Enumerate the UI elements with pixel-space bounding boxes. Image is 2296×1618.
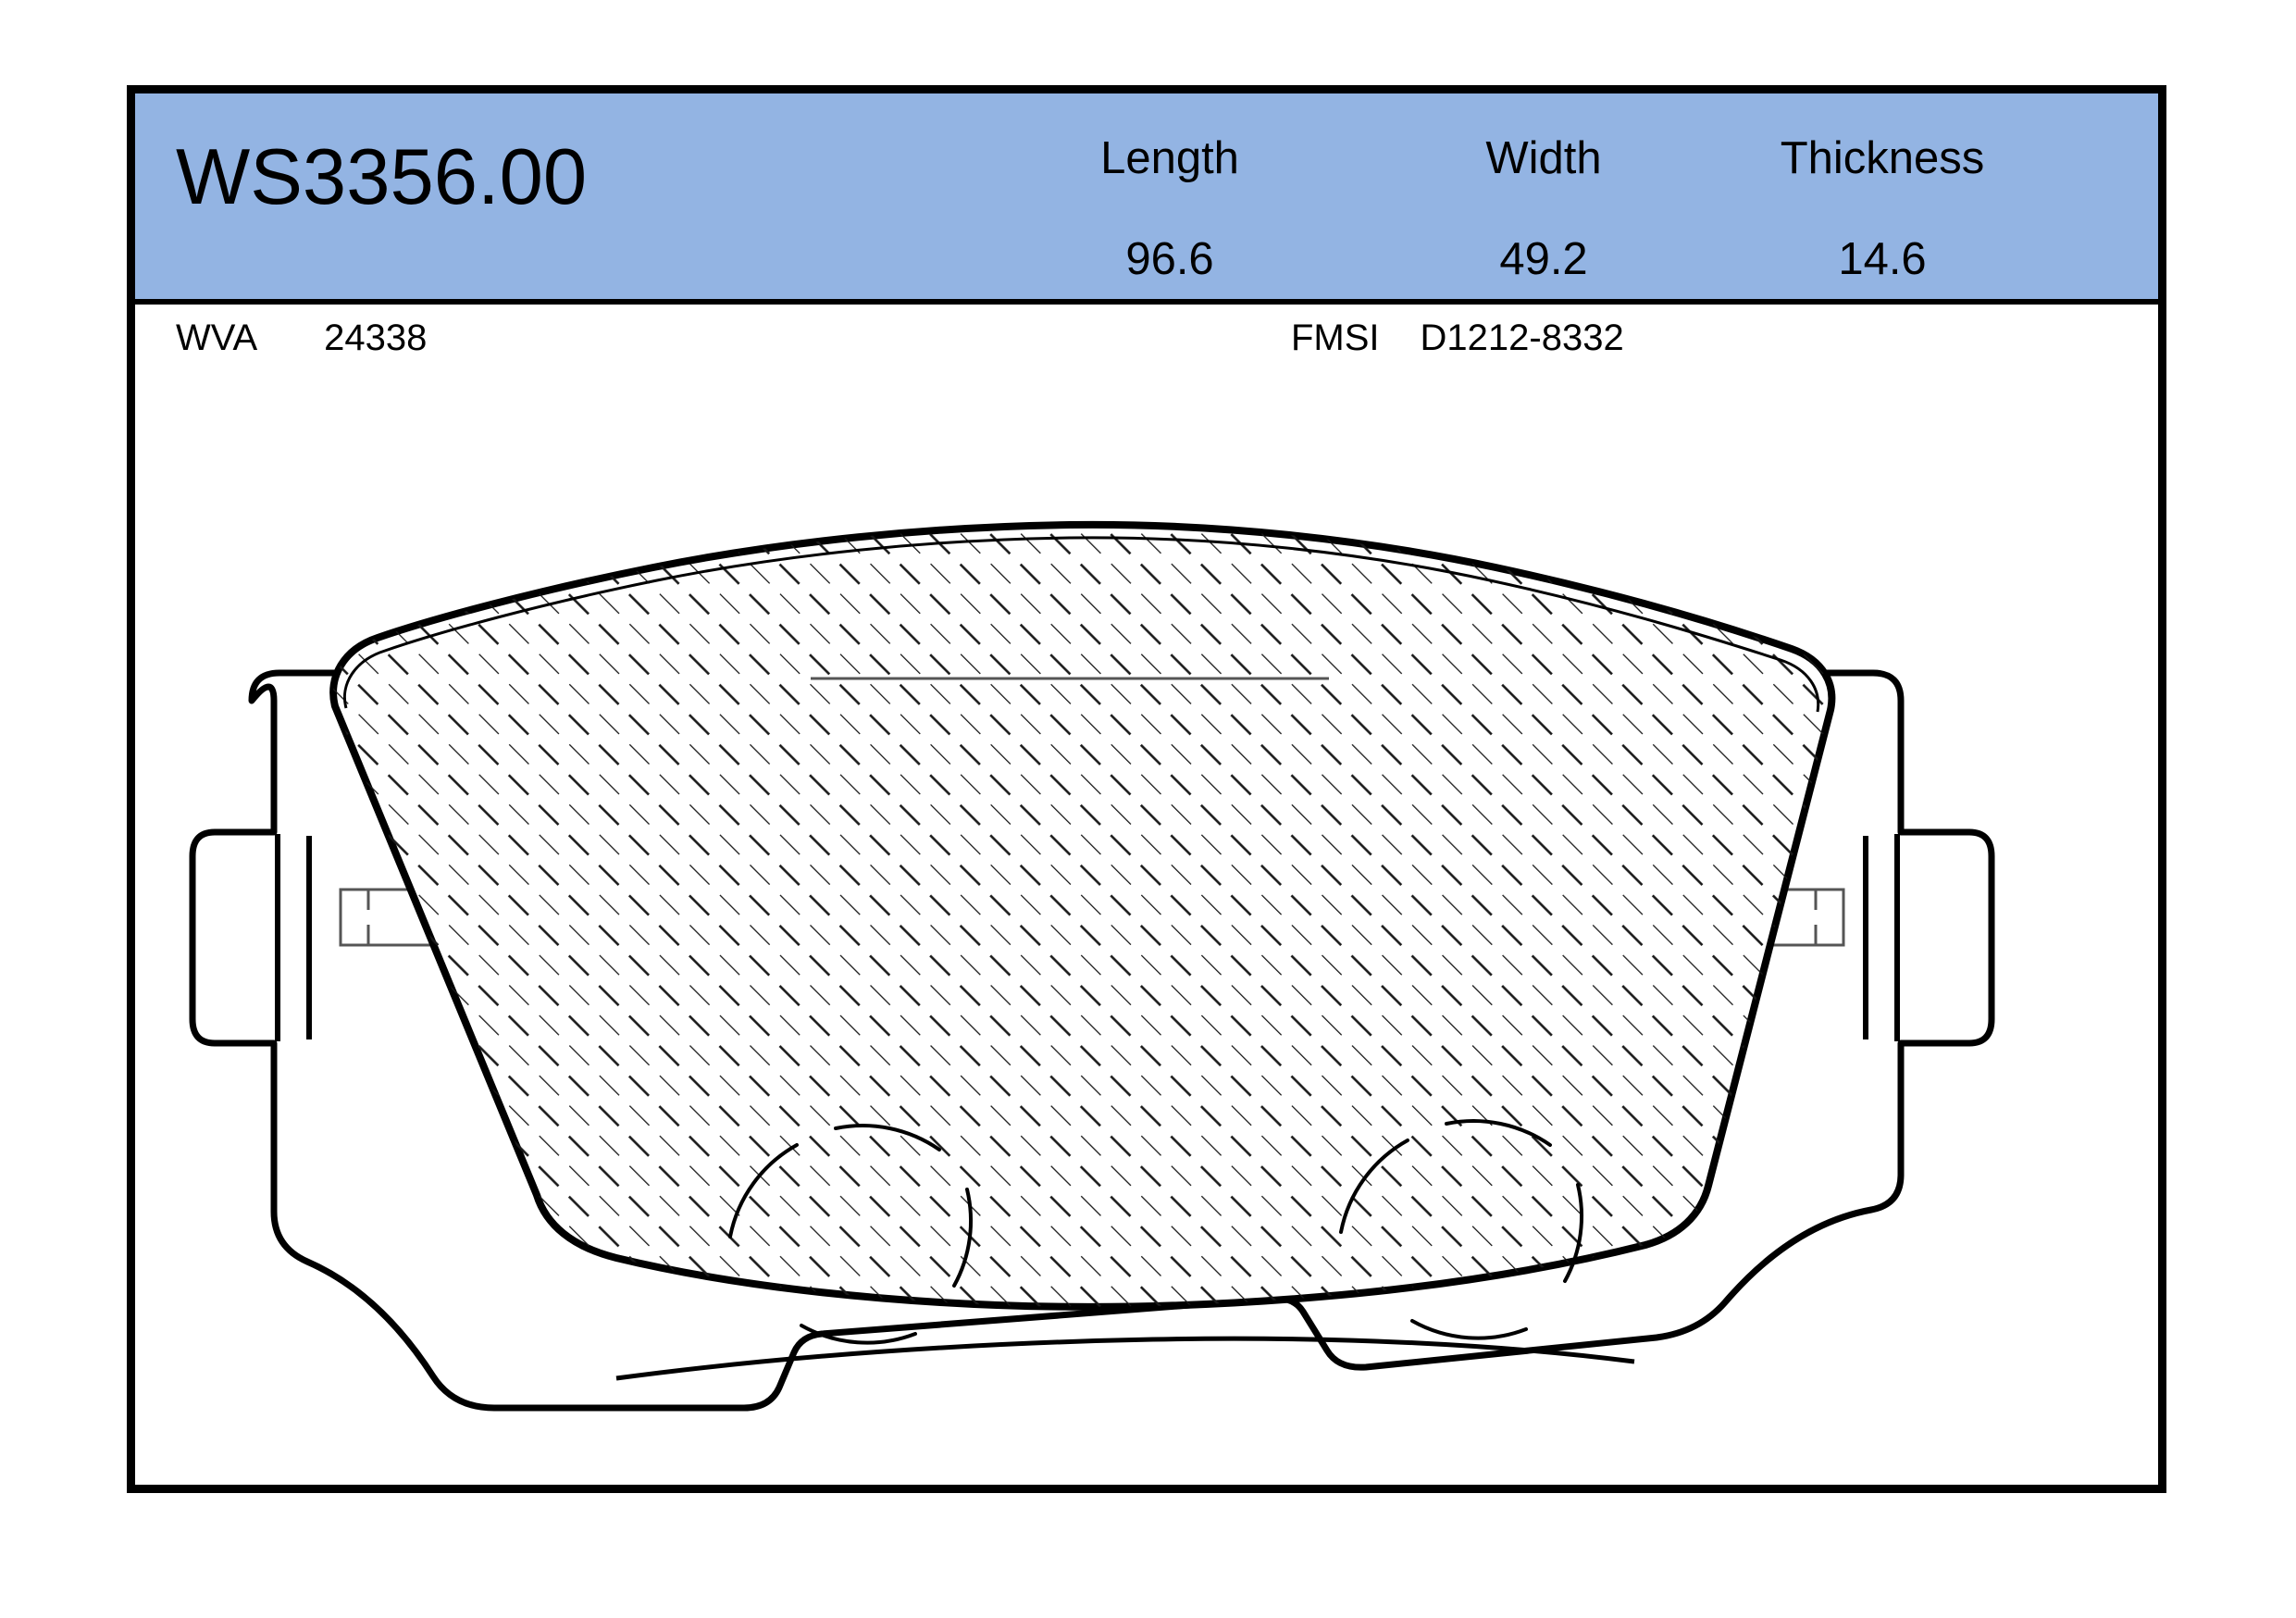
- fmsi-code-group: FMSI D1212-8332: [1291, 317, 1624, 359]
- fmsi-label: FMSI: [1291, 317, 1380, 358]
- spec-value-thickness: 14.6: [1838, 234, 1927, 284]
- wva-value: 24338: [324, 317, 428, 358]
- spec-label-thickness: Thickness: [1780, 133, 1985, 183]
- spec-column-length: Length 96.6: [1012, 114, 1327, 282]
- brake-pad-drawing: [189, 520, 1995, 1412]
- spec-card: WS3356.00 Length 96.6 Width 49.2 Thickne…: [127, 85, 2166, 1493]
- spec-column-width: Width 49.2: [1386, 114, 1701, 282]
- spec-label-length: Length: [1100, 133, 1239, 183]
- header-band: WS3356.00 Length 96.6 Width 49.2 Thickne…: [135, 93, 2158, 305]
- spec-value-length: 96.6: [1125, 234, 1214, 284]
- spec-value-width: 49.2: [1499, 234, 1588, 284]
- drawing-sheet: WS3356.00 Length 96.6 Width 49.2 Thickne…: [0, 0, 2296, 1618]
- spec-label-width: Width: [1485, 133, 1602, 183]
- pad-geometry: [189, 520, 1995, 1412]
- drawing-area: [135, 371, 2158, 1485]
- page-title: WS3356.00: [176, 133, 588, 221]
- fmsi-value: D1212-8332: [1420, 317, 1624, 358]
- wva-code-group: WVA 24338: [176, 317, 427, 359]
- code-row: WVA 24338 FMSI D1212-8332: [135, 305, 2158, 371]
- spec-column-thickness: Thickness 14.6: [1725, 114, 2040, 282]
- wva-label: WVA: [176, 317, 258, 358]
